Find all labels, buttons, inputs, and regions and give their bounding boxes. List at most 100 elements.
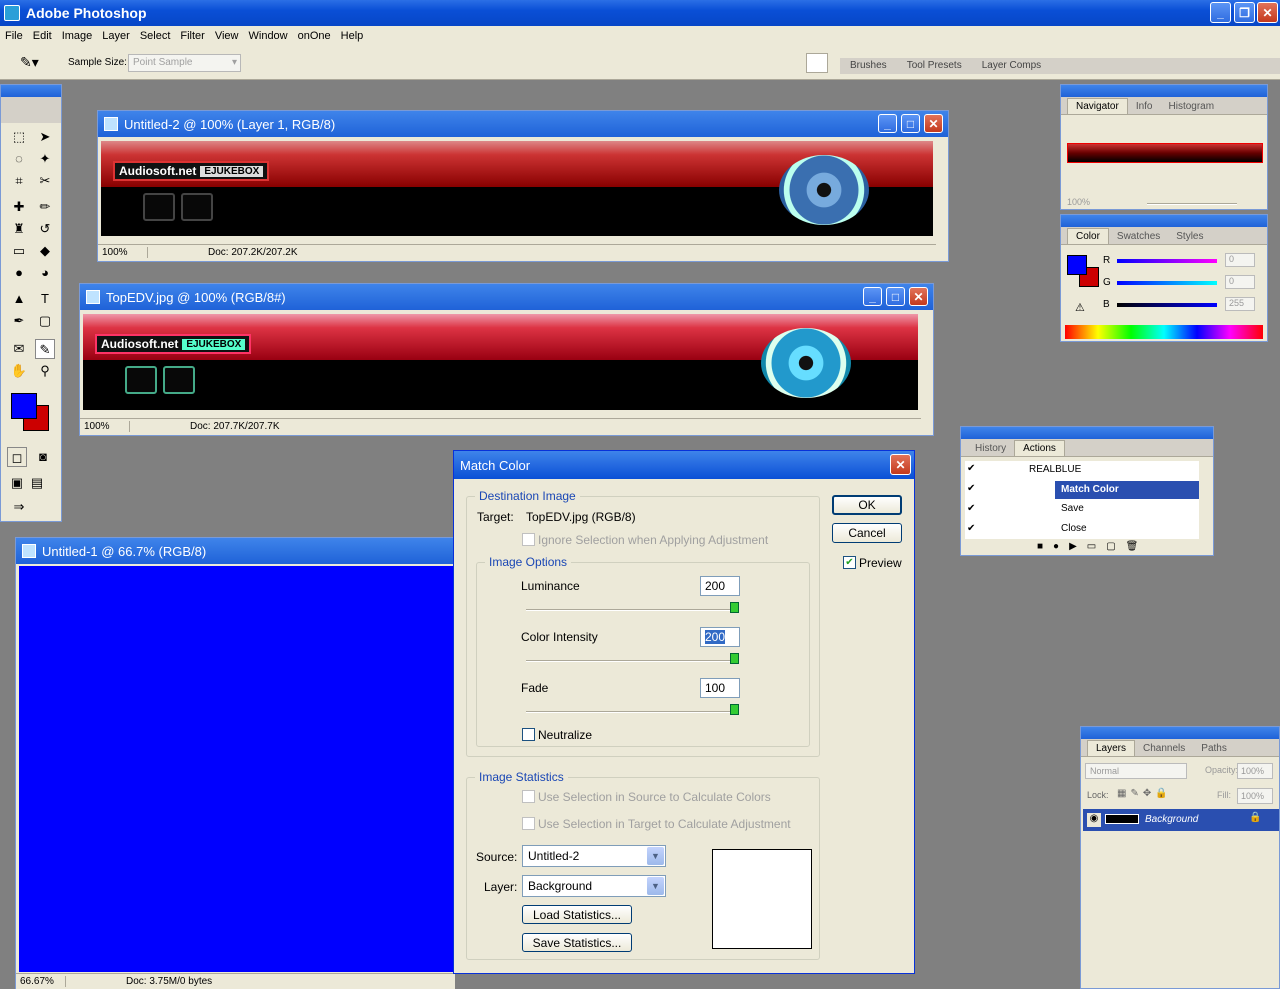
fade-slider[interactable] bbox=[526, 711, 738, 713]
menu-view[interactable]: View bbox=[210, 30, 244, 42]
healing-brush-tool-icon[interactable]: ✚ bbox=[9, 197, 29, 217]
blend-mode-select[interactable]: Normal bbox=[1085, 763, 1187, 779]
zoom-level[interactable]: 100% bbox=[80, 421, 130, 432]
eyedropper-tool-icon[interactable]: ✎ bbox=[35, 339, 55, 359]
notes-tool-icon[interactable]: ✉ bbox=[9, 339, 29, 359]
doc-close-button[interactable]: ✕ bbox=[924, 114, 943, 133]
cancel-button[interactable]: Cancel bbox=[832, 523, 902, 543]
ok-button[interactable]: OK bbox=[832, 495, 902, 515]
lasso-tool-icon[interactable]: ◌ bbox=[9, 149, 29, 169]
action-check-icon[interactable]: ✔ bbox=[967, 483, 975, 494]
action-check-icon[interactable]: ✔ bbox=[967, 503, 975, 514]
gamut-warning-icon[interactable]: ⚠ bbox=[1075, 301, 1085, 314]
tab-history[interactable]: History bbox=[967, 441, 1014, 456]
zoom-tool-icon[interactable]: ⚲ bbox=[35, 361, 55, 381]
paint-bucket-tool-icon[interactable]: ◆ bbox=[35, 241, 55, 261]
navigator-thumbnail[interactable] bbox=[1067, 143, 1263, 163]
tab-info[interactable]: Info bbox=[1128, 99, 1161, 114]
opacity-field[interactable]: 100% bbox=[1237, 763, 1273, 779]
color-intensity-slider[interactable] bbox=[526, 660, 738, 662]
neutralize-checkbox[interactable] bbox=[522, 728, 535, 741]
fill-field[interactable]: 100% bbox=[1237, 788, 1273, 804]
action-match-color[interactable]: Match Color bbox=[1055, 481, 1199, 499]
tab-color[interactable]: Color bbox=[1067, 228, 1109, 244]
action-close[interactable]: Close bbox=[1061, 523, 1087, 534]
action-check-icon[interactable]: ✔ bbox=[967, 523, 975, 534]
source-select[interactable]: Untitled-2 ▼ bbox=[522, 845, 666, 867]
r-value[interactable]: 0 bbox=[1225, 253, 1255, 267]
doc-close-button[interactable]: ✕ bbox=[909, 287, 928, 306]
move-tool-icon[interactable]: ➤ bbox=[35, 127, 55, 147]
eraser-tool-icon[interactable]: ▭ bbox=[9, 241, 29, 261]
dialog-close-button[interactable]: ✕ bbox=[890, 454, 911, 475]
color-spectrum-bar[interactable] bbox=[1065, 325, 1263, 339]
menu-onone[interactable]: onOne bbox=[293, 30, 336, 42]
doc-maximize-button[interactable]: □ bbox=[886, 287, 905, 306]
palette-tab-tool-presets[interactable]: Tool Presets bbox=[897, 58, 972, 74]
crop-tool-icon[interactable]: ⌗ bbox=[9, 171, 29, 191]
eyedropper-tool-preset-icon[interactable]: ✎▾ bbox=[20, 54, 39, 71]
b-slider[interactable] bbox=[1117, 303, 1217, 307]
doc-minimize-button[interactable]: _ bbox=[878, 114, 897, 133]
shape-tool-icon[interactable]: ▢ bbox=[35, 311, 55, 331]
g-value[interactable]: 0 bbox=[1225, 275, 1255, 289]
doc-size[interactable]: Doc: 3.75M/0 bytes bbox=[126, 976, 212, 987]
palette-tab-brushes[interactable]: Brushes bbox=[840, 58, 897, 74]
tab-styles[interactable]: Styles bbox=[1168, 229, 1211, 244]
tab-channels[interactable]: Channels bbox=[1135, 741, 1193, 756]
action-check-icon[interactable]: ✔ bbox=[967, 463, 975, 474]
blur-tool-icon[interactable]: ● bbox=[9, 263, 29, 283]
clone-stamp-tool-icon[interactable]: ♜ bbox=[9, 219, 29, 239]
use-selection-target-checkbox[interactable] bbox=[522, 817, 535, 830]
use-selection-source-checkbox[interactable] bbox=[522, 790, 535, 803]
minimize-button[interactable]: _ bbox=[1210, 2, 1231, 23]
zoom-level[interactable]: 100% bbox=[98, 247, 148, 258]
luminance-field[interactable]: 200 bbox=[700, 576, 740, 596]
tab-paths[interactable]: Paths bbox=[1193, 741, 1235, 756]
tab-actions[interactable]: Actions bbox=[1014, 440, 1065, 456]
ignore-selection-checkbox[interactable] bbox=[522, 533, 535, 546]
layer-select[interactable]: Background ▼ bbox=[522, 875, 666, 897]
color-foreground[interactable] bbox=[1067, 255, 1087, 275]
path-selection-tool-icon[interactable]: ▲ bbox=[9, 289, 29, 309]
menu-select[interactable]: Select bbox=[135, 30, 176, 42]
fade-slider-thumb[interactable] bbox=[730, 704, 739, 715]
blue-canvas[interactable] bbox=[19, 566, 455, 972]
brush-tool-icon[interactable]: ✏ bbox=[35, 197, 55, 217]
tab-navigator[interactable]: Navigator bbox=[1067, 98, 1128, 114]
b-value[interactable]: 255 bbox=[1225, 297, 1255, 311]
restore-button[interactable]: ❐ bbox=[1234, 2, 1255, 23]
doc-maximize-button[interactable]: □ bbox=[901, 114, 920, 133]
navigator-zoom[interactable]: 100% bbox=[1067, 197, 1090, 207]
jump-to-imageready-icon[interactable]: ⇒ bbox=[9, 497, 29, 517]
full-screen-menu-icon[interactable]: ▤ bbox=[27, 473, 47, 493]
luminance-slider[interactable] bbox=[526, 609, 738, 611]
palette-tab-layer-comps[interactable]: Layer Comps bbox=[972, 58, 1051, 74]
luminance-slider-thumb[interactable] bbox=[730, 602, 739, 613]
menu-filter[interactable]: Filter bbox=[175, 30, 209, 42]
screen-mode-icon[interactable]: ▣ bbox=[7, 473, 27, 493]
menu-edit[interactable]: Edit bbox=[28, 30, 57, 42]
eye-icon[interactable]: ◉ bbox=[1087, 813, 1101, 827]
tab-histogram[interactable]: Histogram bbox=[1161, 99, 1223, 114]
hand-tool-icon[interactable]: ✋ bbox=[9, 361, 29, 381]
lock-icons[interactable]: ▦✎✥🔒 bbox=[1117, 788, 1172, 799]
color-intensity-slider-thumb[interactable] bbox=[730, 653, 739, 664]
r-slider[interactable] bbox=[1117, 259, 1217, 263]
save-statistics-button[interactable]: Save Statistics... bbox=[522, 933, 632, 952]
palette-well-icon[interactable] bbox=[806, 53, 828, 73]
layer-row-background[interactable]: ◉ Background 🔒 bbox=[1083, 809, 1279, 831]
dodge-tool-icon[interactable]: ◕ bbox=[35, 263, 55, 283]
type-tool-icon[interactable]: T bbox=[35, 289, 55, 309]
zoom-level[interactable]: 66.67% bbox=[16, 976, 66, 987]
action-set-realblue[interactable]: REALBLUE bbox=[1029, 464, 1081, 475]
menu-window[interactable]: Window bbox=[244, 30, 293, 42]
load-statistics-button[interactable]: Load Statistics... bbox=[522, 905, 632, 924]
pen-tool-icon[interactable]: ✒ bbox=[9, 311, 29, 331]
menu-layer[interactable]: Layer bbox=[97, 30, 135, 42]
standard-mode-icon[interactable]: ◻ bbox=[7, 447, 27, 467]
action-save[interactable]: Save bbox=[1061, 503, 1084, 514]
doc-minimize-button[interactable]: _ bbox=[863, 287, 882, 306]
tab-swatches[interactable]: Swatches bbox=[1109, 229, 1168, 244]
history-brush-tool-icon[interactable]: ↺ bbox=[35, 219, 55, 239]
